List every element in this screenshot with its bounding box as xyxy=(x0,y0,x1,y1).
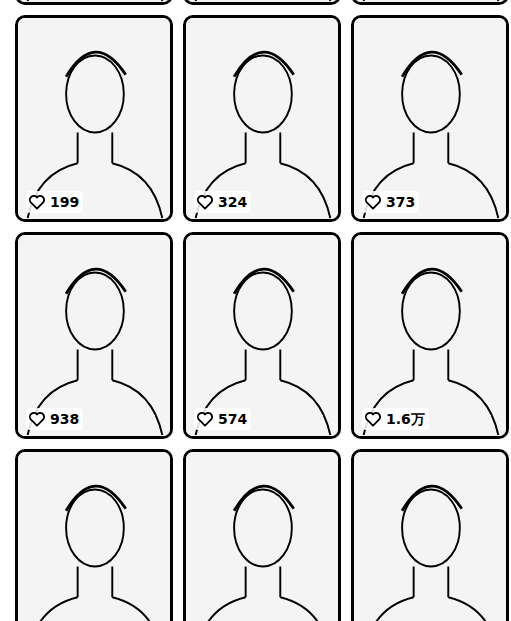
person-icon xyxy=(354,18,506,219)
video-thumbnail xyxy=(354,0,506,2)
person-icon xyxy=(354,0,506,2)
video-thumbnail xyxy=(186,235,338,436)
video-thumbnail xyxy=(354,452,506,621)
video-card[interactable]: 373 xyxy=(351,15,509,222)
video-card[interactable]: 938 xyxy=(15,232,173,439)
video-thumbnail xyxy=(186,452,338,621)
video-grid-page: 199 324 373 938 574 1.6万 xyxy=(0,0,511,621)
video-thumbnail xyxy=(186,0,338,2)
person-icon xyxy=(186,235,338,436)
video-thumbnail xyxy=(354,18,506,219)
person-icon xyxy=(18,0,170,2)
like-count[interactable]: 373 xyxy=(362,191,419,213)
person-icon xyxy=(186,452,338,621)
video-card[interactable] xyxy=(15,449,173,621)
video-card[interactable] xyxy=(183,0,341,5)
like-count[interactable]: 324 xyxy=(194,191,251,213)
video-card[interactable] xyxy=(351,449,509,621)
heart-icon xyxy=(27,409,47,429)
person-icon xyxy=(18,452,170,621)
video-thumbnail xyxy=(18,18,170,219)
video-card[interactable] xyxy=(351,0,509,5)
person-icon xyxy=(354,452,506,621)
person-icon xyxy=(18,18,170,219)
video-card[interactable]: 1.6万 xyxy=(351,232,509,439)
video-card[interactable]: 574 xyxy=(183,232,341,439)
video-thumbnail xyxy=(18,235,170,436)
like-count[interactable]: 199 xyxy=(26,191,83,213)
person-icon xyxy=(18,235,170,436)
video-card[interactable]: 324 xyxy=(183,15,341,222)
video-card[interactable]: 199 xyxy=(15,15,173,222)
like-count[interactable]: 1.6万 xyxy=(362,408,429,430)
heart-icon xyxy=(195,409,215,429)
video-thumbnail xyxy=(354,235,506,436)
video-grid: 199 324 373 938 574 1.6万 xyxy=(0,0,511,621)
like-count[interactable]: 938 xyxy=(26,408,83,430)
heart-icon xyxy=(195,192,215,212)
video-card[interactable] xyxy=(183,449,341,621)
heart-icon xyxy=(27,192,47,212)
video-thumbnail xyxy=(18,0,170,2)
video-card[interactable] xyxy=(15,0,173,5)
person-icon xyxy=(354,235,506,436)
like-count[interactable]: 574 xyxy=(194,408,251,430)
heart-icon xyxy=(363,192,383,212)
video-thumbnail xyxy=(186,18,338,219)
person-icon xyxy=(186,18,338,219)
person-icon xyxy=(186,0,338,2)
heart-icon xyxy=(363,409,383,429)
video-thumbnail xyxy=(18,452,170,621)
